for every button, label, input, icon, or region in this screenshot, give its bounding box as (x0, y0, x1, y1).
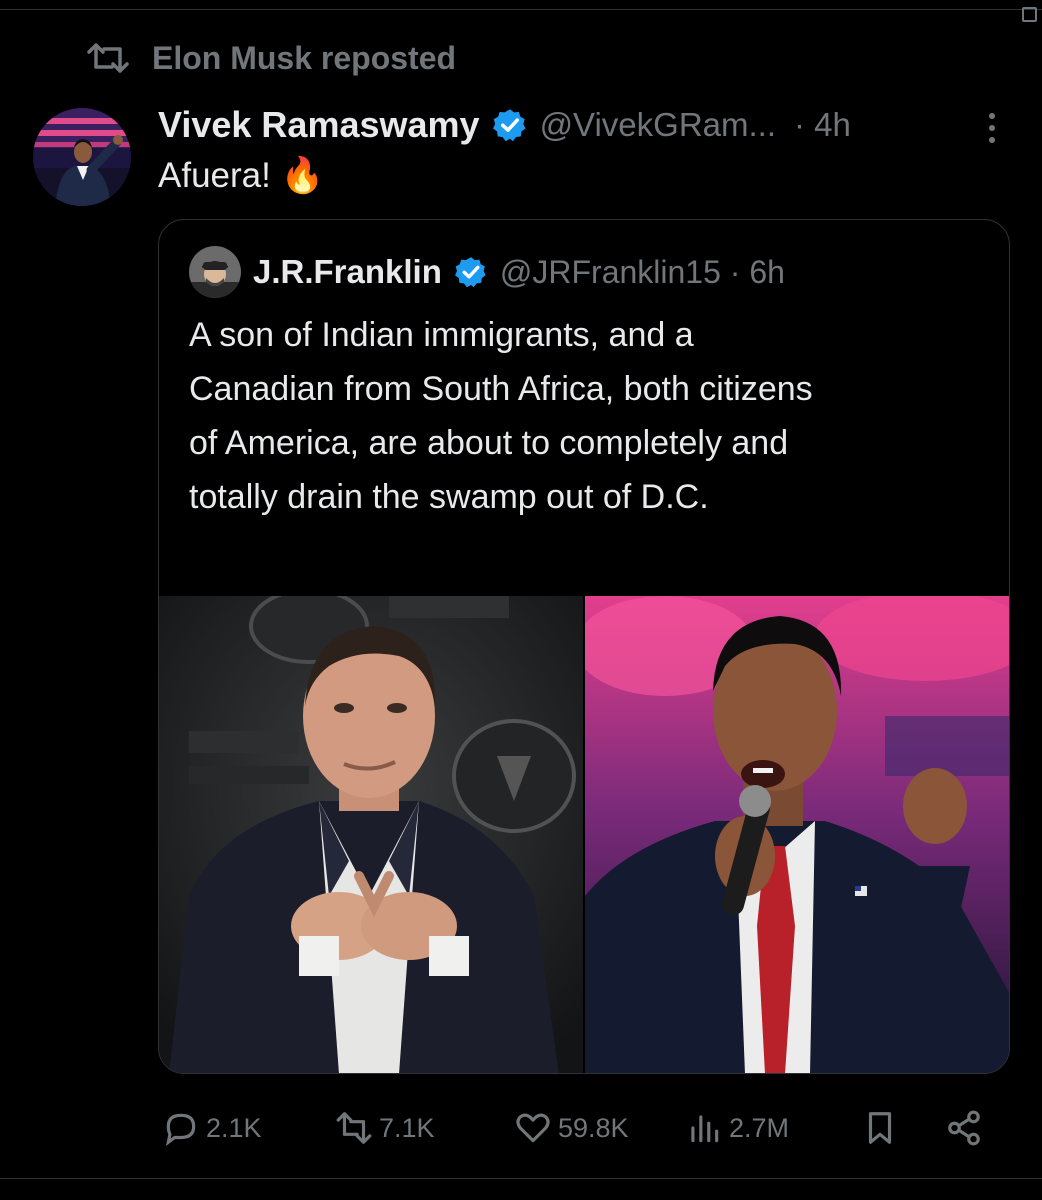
quoted-author-avatar[interactable] (189, 246, 241, 298)
bookmark-button[interactable] (861, 1100, 899, 1156)
bookmark-icon (868, 1112, 892, 1144)
quoted-verified-badge-icon (454, 257, 486, 288)
quoted-author-handle[interactable]: @JRFranklin15 · 6h (500, 254, 785, 291)
more-options-icon[interactable] (984, 110, 1000, 146)
quoted-tweet-card[interactable]: J.R.Franklin @JRFranklin15 · 6h A son of… (158, 219, 1010, 1074)
views-icon (691, 1115, 719, 1143)
like-button[interactable]: 59.8K (514, 1100, 629, 1156)
share-icon (948, 1110, 980, 1146)
bottom-divider (0, 1178, 1042, 1179)
window-corner-box (1022, 7, 1037, 22)
tweet-timestamp[interactable]: · 4h (794, 106, 851, 144)
author-handle[interactable]: @VivekGRam... (540, 106, 776, 144)
reply-button[interactable]: 2.1K (162, 1100, 262, 1156)
quoted-text-line: totally drain the swamp out of D.C. (189, 478, 709, 516)
top-divider (0, 9, 1042, 10)
reply-icon (165, 1113, 196, 1147)
tweet-actions-bar: 2.1K 7.1K 59.8K 2.7M (0, 1100, 1042, 1156)
quoted-photo-left[interactable] (159, 596, 583, 1073)
quoted-tweet-header: J.R.Franklin @JRFranklin15 · 6h (253, 246, 785, 298)
tweet-header: Vivek Ramaswamy @VivekGRam... · 4h (158, 100, 1018, 150)
author-avatar[interactable] (33, 108, 131, 206)
quoted-photo-right[interactable] (585, 596, 1009, 1073)
repost-button[interactable]: 7.1K (335, 1100, 435, 1156)
quoted-text-line: of America, are about to completely and (189, 424, 789, 462)
views-count: 2.7M (729, 1112, 790, 1143)
author-name[interactable]: Vivek Ramaswamy (158, 104, 480, 146)
views-button[interactable]: 2.7M (685, 1100, 789, 1156)
reply-count: 2.1K (206, 1112, 262, 1143)
quoted-tweet-text: A son of Indian immigrants, and a Canadi… (189, 308, 989, 524)
heart-icon (516, 1113, 550, 1143)
repost-indicator[interactable]: Elon Musk reposted (86, 38, 456, 78)
verified-badge-icon (492, 109, 526, 142)
fire-emoji: 🔥 (280, 156, 325, 195)
quoted-text-line: Canadian from South Africa, both citizen… (189, 370, 813, 408)
repost-action-icon (336, 1112, 372, 1144)
repost-count: 7.1K (379, 1112, 435, 1143)
tweet-text: Afuera! 🔥 (158, 155, 324, 196)
share-button[interactable] (945, 1100, 983, 1156)
quoted-text-line: A son of Indian immigrants, and a (189, 316, 694, 354)
quoted-author-name[interactable]: J.R.Franklin (253, 253, 442, 291)
repost-icon (87, 43, 129, 73)
like-count: 59.8K (558, 1112, 629, 1143)
tweet-text-body: Afuera! (158, 155, 271, 195)
repost-label: Elon Musk reposted (152, 39, 457, 76)
